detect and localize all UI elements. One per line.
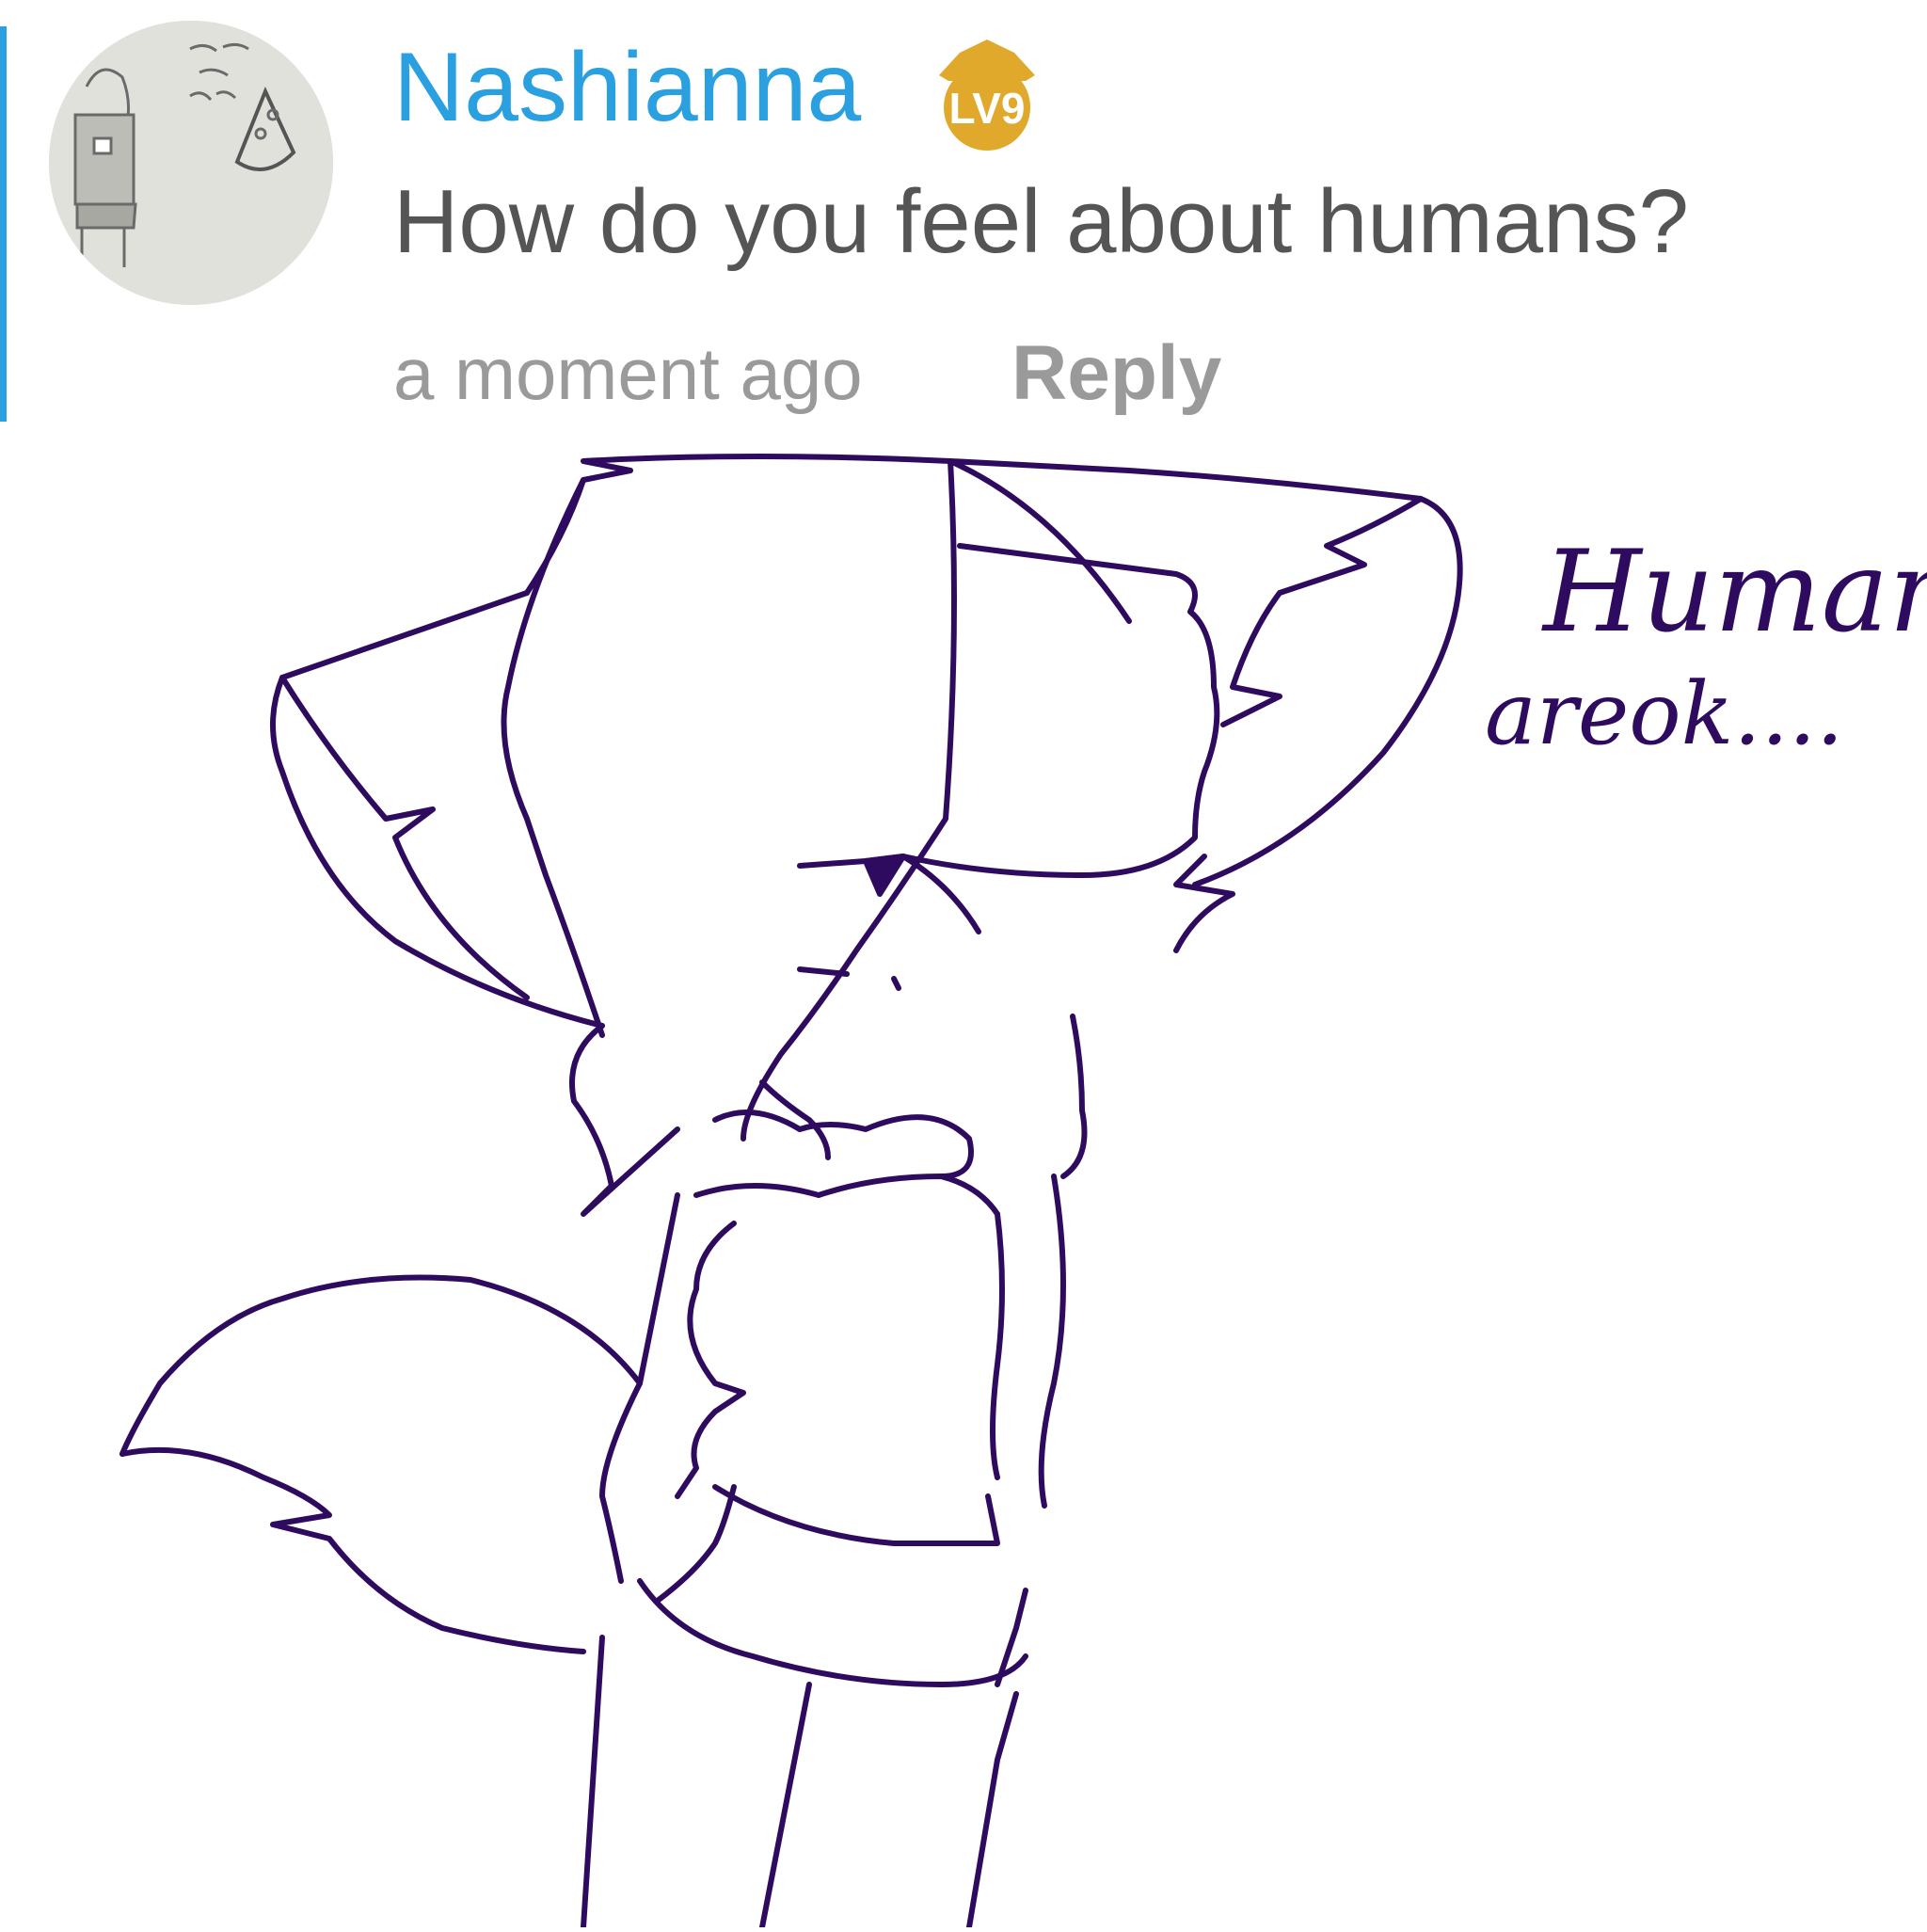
drawing-caption-line1: Humans [1541,527,1927,658]
comment-message: How do you feel about humans? [393,171,1689,272]
avatar[interactable] [49,21,333,305]
reply-button[interactable]: Reply [1011,331,1221,416]
level-badge: LV9 [922,34,1052,154]
comment-timestamp: a moment ago [393,332,863,415]
level-badge-label: LV9 [949,84,1026,133]
drawing-caption-line2: areok.... [1485,663,1843,764]
avatar-sketch-icon [49,21,333,305]
username[interactable]: Nashianna [393,36,861,139]
fox-character-drawing: Humans areok.... [0,442,1927,1930]
comment-card: Nashianna LV9 How do you feel about huma… [0,0,1927,442]
fox-sketch-icon: Humans areok.... [119,454,1927,1930]
crown-badge-icon: LV9 [939,40,1035,151]
